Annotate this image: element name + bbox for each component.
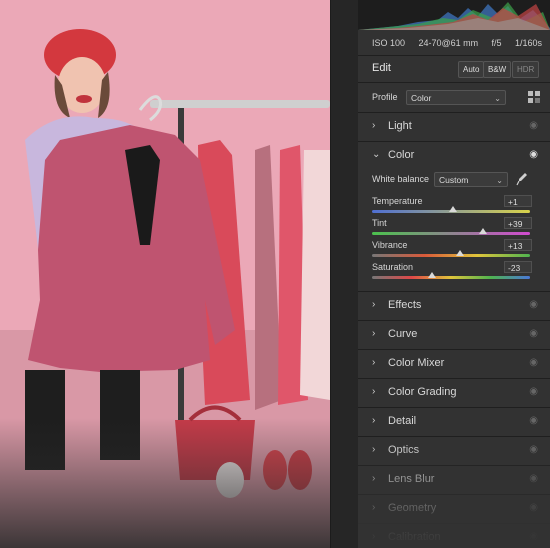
section-calibration-label: Calibration bbox=[388, 530, 441, 543]
lens-value: 24-70@61 mm bbox=[418, 38, 479, 48]
eye-icon[interactable]: ◉ bbox=[529, 531, 538, 542]
eye-icon[interactable]: ◉ bbox=[529, 299, 538, 310]
slider-tint-label: Tint bbox=[372, 218, 387, 228]
separator bbox=[358, 82, 550, 83]
bw-button[interactable]: B&W bbox=[483, 61, 512, 78]
iso-value: ISO 100 bbox=[372, 38, 406, 48]
section-curve-label: Curve bbox=[388, 327, 418, 340]
chevron-right-icon: › bbox=[372, 299, 376, 310]
chevron-right-icon: › bbox=[372, 502, 376, 513]
eye-icon[interactable]: ◉ bbox=[529, 415, 538, 426]
edit-panel: ISO 100 24-70@61 mm f/5 1/160s Edit Auto… bbox=[358, 0, 550, 548]
section-color-label: Color bbox=[388, 148, 415, 161]
profile-select[interactable]: Color ⌄ bbox=[406, 90, 506, 105]
chevron-right-icon: › bbox=[372, 328, 376, 339]
eye-icon[interactable]: ◉ bbox=[529, 502, 538, 513]
eye-icon[interactable]: ◉ bbox=[529, 328, 538, 339]
auto-button[interactable]: Auto bbox=[458, 61, 485, 78]
section-light[interactable]: › Light ◉ bbox=[358, 112, 550, 138]
section-calibration[interactable]: › Calibration ◉ bbox=[358, 523, 550, 548]
section-effects[interactable]: › Effects ◉ bbox=[358, 291, 550, 317]
slider-vibrance-thumb[interactable] bbox=[456, 250, 465, 256]
slider-temperature-thumb[interactable] bbox=[448, 206, 457, 212]
section-geometry-label: Geometry bbox=[388, 501, 437, 514]
section-optics-label: Optics bbox=[388, 443, 420, 456]
slider-vibrance-track[interactable] bbox=[372, 254, 530, 257]
chevron-right-icon: › bbox=[372, 531, 376, 542]
slider-saturation-thumb[interactable] bbox=[428, 272, 437, 278]
section-detail-label: Detail bbox=[388, 414, 417, 427]
chevron-down-icon: ⌄ bbox=[372, 149, 381, 160]
section-geometry[interactable]: › Geometry ◉ bbox=[358, 494, 550, 520]
chevron-right-icon: › bbox=[372, 120, 376, 131]
section-color-grading[interactable]: › Color Grading ◉ bbox=[358, 378, 550, 404]
slider-tint-value[interactable]: +39 bbox=[504, 217, 532, 229]
slider-tint-thumb[interactable] bbox=[478, 228, 487, 234]
panel-divider bbox=[330, 0, 359, 548]
slider-saturation-track[interactable] bbox=[372, 276, 530, 279]
section-optics[interactable]: › Optics ◉ bbox=[358, 436, 550, 462]
eye-icon[interactable]: ◉ bbox=[529, 357, 538, 368]
chevron-right-icon: › bbox=[372, 415, 376, 426]
photo-bottom-fade bbox=[0, 418, 330, 548]
hdr-button[interactable]: HDR bbox=[512, 61, 540, 78]
chevron-right-icon: › bbox=[372, 444, 376, 455]
separator bbox=[358, 55, 550, 56]
eye-icon[interactable]: ◉ bbox=[529, 444, 538, 455]
section-lens-blur[interactable]: › Lens Blur ◉ bbox=[358, 465, 550, 491]
photo-canvas bbox=[0, 0, 330, 548]
section-detail[interactable]: › Detail ◉ bbox=[358, 407, 550, 433]
profile-browser-icon[interactable] bbox=[528, 91, 540, 103]
section-color-grading-label: Color Grading bbox=[388, 385, 457, 398]
section-color-mixer[interactable]: › Color Mixer ◉ bbox=[358, 349, 550, 375]
slider-saturation-label: Saturation bbox=[372, 262, 414, 272]
eye-icon[interactable]: ◉ bbox=[529, 149, 538, 160]
section-light-label: Light bbox=[388, 119, 412, 132]
chevron-down-icon: ⌄ bbox=[496, 176, 503, 185]
white-balance-label: White balance bbox=[372, 174, 430, 184]
section-curve[interactable]: › Curve ◉ bbox=[358, 320, 550, 346]
section-lens-blur-label: Lens Blur bbox=[388, 472, 435, 485]
slider-vibrance-value[interactable]: +13 bbox=[504, 239, 532, 251]
chevron-right-icon: › bbox=[372, 386, 376, 397]
chevron-right-icon: › bbox=[372, 357, 376, 368]
slider-temperature-label: Temperature bbox=[372, 196, 423, 206]
camera-metadata: ISO 100 24-70@61 mm f/5 1/160s bbox=[358, 32, 550, 54]
eye-icon[interactable]: ◉ bbox=[529, 386, 538, 397]
section-color[interactable]: ⌄ Color ◉ bbox=[358, 141, 550, 167]
aperture-value: f/5 bbox=[491, 38, 502, 48]
eyedropper-icon[interactable] bbox=[516, 172, 528, 186]
eye-icon[interactable]: ◉ bbox=[529, 120, 538, 131]
slider-tint-track[interactable] bbox=[372, 232, 530, 235]
slider-saturation-value[interactable]: -23 bbox=[504, 261, 532, 273]
chevron-right-icon: › bbox=[372, 473, 376, 484]
eye-icon[interactable]: ◉ bbox=[529, 473, 538, 484]
shutter-value: 1/160s bbox=[514, 38, 542, 48]
profile-label: Profile bbox=[372, 92, 398, 102]
section-effects-label: Effects bbox=[388, 298, 422, 311]
histogram bbox=[358, 0, 550, 30]
edit-title: Edit bbox=[372, 62, 391, 74]
white-balance-select[interactable]: Custom ⌄ bbox=[434, 172, 508, 187]
section-color-mixer-label: Color Mixer bbox=[388, 356, 445, 369]
profile-value: Color bbox=[411, 93, 432, 103]
chevron-down-icon: ⌄ bbox=[494, 94, 501, 103]
white-balance-value: Custom bbox=[439, 175, 469, 185]
slider-vibrance-label: Vibrance bbox=[372, 240, 408, 250]
slider-temperature-value[interactable]: +1 bbox=[504, 195, 532, 207]
